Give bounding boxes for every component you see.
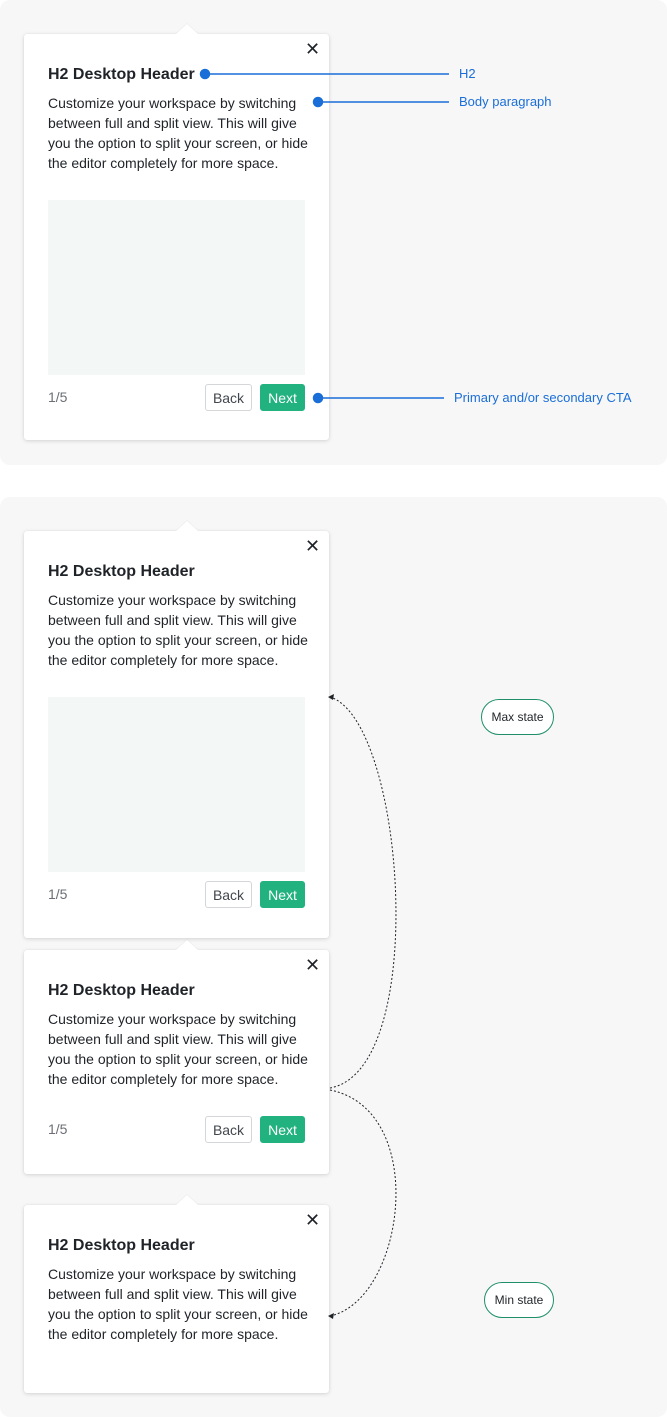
max-state-connector (329, 696, 397, 1089)
annotation-dot-cta (312, 392, 324, 404)
arrowhead-max (328, 694, 334, 700)
annotation-dot-h2 (199, 68, 211, 80)
annotation-dot-body (312, 96, 324, 108)
connector-lines (199, 68, 449, 1319)
arrowhead-min (328, 1313, 334, 1319)
min-state-connector (329, 1089, 397, 1317)
